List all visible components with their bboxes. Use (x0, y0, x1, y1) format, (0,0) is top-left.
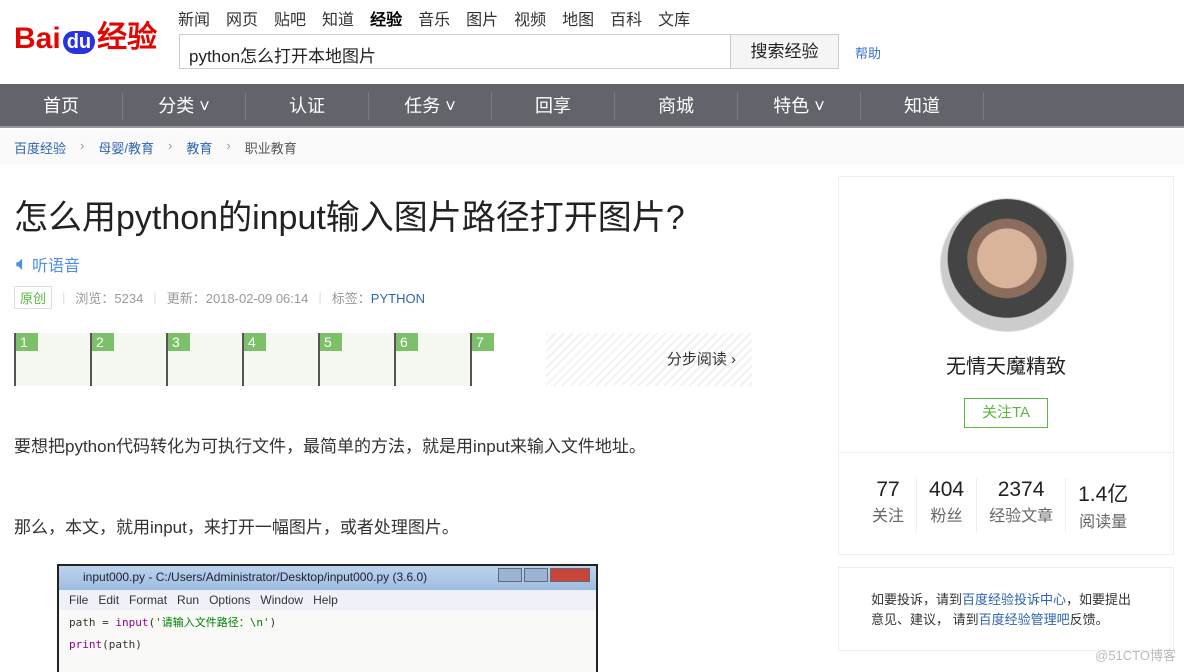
author-stats: 77 关注 404 粉丝 2374 经验文章 1.4亿 阅读量 (860, 478, 1140, 532)
top-link[interactable]: 文库 (658, 6, 690, 30)
menu-item: File (69, 593, 89, 607)
breadcrumb-link[interactable]: 母婴/教育 (98, 138, 154, 156)
step-thumbnail[interactable]: 7 (470, 333, 546, 386)
top-link[interactable]: 贴吧 (274, 6, 306, 30)
step-thumbnail[interactable]: 4 (242, 333, 318, 386)
top-link[interactable]: 新闻 (178, 6, 210, 30)
logo-text: Bai (14, 22, 61, 55)
step-number: 7 (472, 333, 494, 351)
baidu-logo[interactable]: Bai du 经验 (14, 12, 157, 56)
step-number: 1 (16, 333, 38, 351)
complaint-center-link[interactable]: 百度经验投诉中心 (962, 592, 1066, 607)
window-title: input000.py - C:/Users/Administrator/Des… (83, 570, 428, 584)
main-nav: 首页 分类 ˅ 认证 任务 ˅ 回享 商城 特色 ˅ 知道 (0, 84, 1184, 128)
code: path = input('请输入文件路径：\n') print(path) (69, 616, 277, 651)
chevron-right-icon: › (80, 138, 85, 153)
step-number: 2 (92, 333, 114, 351)
follow-button[interactable]: 关注TA (964, 398, 1048, 428)
step-thumbnails: 1 2 3 4 5 6 7 分步阅读 › (14, 333, 752, 386)
paw-icon: du (62, 31, 96, 54)
nav-item[interactable]: 知道 (861, 92, 984, 120)
management-bar-link[interactable]: 百度经验管理吧 (979, 612, 1070, 627)
breadcrumb-link[interactable]: 教育 (186, 138, 212, 156)
stat-following[interactable]: 77 关注 (860, 478, 918, 532)
nav-item[interactable]: 商城 (615, 92, 738, 120)
author-name[interactable]: 无情天魔精致 (838, 350, 1174, 379)
stat-reads: 1.4亿 阅读量 (1078, 483, 1129, 531)
step-thumbnail[interactable]: 1 (14, 333, 90, 386)
menu-item: Options (209, 593, 251, 607)
intro-paragraph: 要想把python代码转化为可执行文件，最简单的方法，就是用input来输入文件… (14, 437, 646, 456)
menu-item: Run (177, 593, 200, 607)
listen-button[interactable]: 🔈︎ 听语音 (16, 252, 80, 276)
step-number: 5 (320, 333, 342, 351)
menu-item: Format (129, 593, 168, 607)
watermark: @51CTO博客 (1095, 648, 1176, 663)
top-link[interactable]: 图片 (466, 6, 498, 30)
step-number: 4 (244, 333, 266, 351)
chevron-right-icon: › (226, 138, 231, 153)
close-icon (550, 568, 590, 582)
menu-item: Window (260, 593, 304, 607)
top-links: 新闻 网页 贴吧 知道 经验 音乐 图片 视频 地图 百科 文库 (178, 6, 690, 30)
original-badge: 原创 (14, 286, 53, 309)
nav-item[interactable]: 任务 ˅ (369, 92, 492, 120)
step-number: 6 (396, 333, 418, 351)
idle-screenshot: input000.py - C:/Users/Administrator/Des… (57, 564, 598, 672)
menu-item: Help (313, 593, 338, 607)
menu-item: Edit (98, 593, 120, 607)
nav-item[interactable]: 分类 ˅ (123, 92, 246, 120)
chevron-right-icon: › (167, 138, 173, 153)
intro-paragraph: 那么，本文，就用input，来打开一幅图片，或者处理图片。 (14, 518, 459, 537)
tag-link[interactable]: PYTHON (371, 291, 425, 306)
view-count: 浏览：5234 (75, 291, 144, 306)
maximize-icon (524, 568, 548, 582)
page-title: 怎么用python的input输入图片路径打开图片? (14, 199, 685, 237)
top-link-active[interactable]: 经验 (370, 6, 402, 30)
article-meta: 原创 | 浏览：5234 | 更新：2018-02-09 06:14 | 标签：PYT… (14, 286, 425, 309)
top-link[interactable]: 音乐 (418, 6, 450, 30)
nav-item[interactable]: 认证 (246, 92, 369, 120)
step-number: 3 (168, 333, 190, 351)
avatar[interactable] (940, 198, 1074, 332)
divider (839, 452, 1173, 453)
search-input[interactable]: python怎么打开本地图片 (179, 34, 731, 69)
nav-item[interactable]: 特色 ˅ (738, 92, 861, 120)
step-thumbnail[interactable]: 3 (166, 333, 242, 386)
step-thumbnail[interactable]: 2 (90, 333, 166, 386)
logo-text: 经验 (97, 21, 158, 54)
speaker-icon: 🔈︎ (16, 252, 28, 275)
top-link[interactable]: 百科 (610, 6, 642, 30)
stat-fans[interactable]: 404 粉丝 (917, 478, 978, 532)
tag-label: 标签： (331, 291, 371, 306)
help-link[interactable]: 帮助 (855, 43, 881, 62)
top-link[interactable]: 地图 (562, 6, 594, 30)
breadcrumb: 百度经验 › 母婴/教育 › 教育 › 职业教育 (0, 130, 1184, 164)
breadcrumb-current: 职业教育 (244, 141, 297, 156)
top-link[interactable]: 网页 (226, 6, 258, 30)
top-link[interactable]: 知道 (322, 6, 354, 30)
breadcrumb-link[interactable]: 百度经验 (14, 138, 66, 156)
step-thumbnail[interactable]: 6 (394, 333, 470, 386)
search-button[interactable]: 搜索经验 (730, 34, 839, 69)
step-read-link[interactable]: 分步阅读 › (667, 333, 736, 386)
top-link[interactable]: 视频 (514, 6, 546, 30)
update-time: 更新：2018-02-09 06:14 (166, 291, 309, 306)
feedback-notice: 如要投诉，请到百度经验投诉中心，如要提出意见、建议， 请到百度经验管理吧反馈。 (838, 567, 1174, 651)
step-thumbnail[interactable]: 5 (318, 333, 394, 386)
nav-item[interactable]: 首页 (0, 92, 123, 120)
nav-item[interactable]: 回享 (492, 92, 615, 120)
stat-articles[interactable]: 2374 经验文章 (977, 478, 1067, 532)
minimize-icon (498, 568, 522, 582)
listen-label: 听语音 (32, 258, 81, 275)
